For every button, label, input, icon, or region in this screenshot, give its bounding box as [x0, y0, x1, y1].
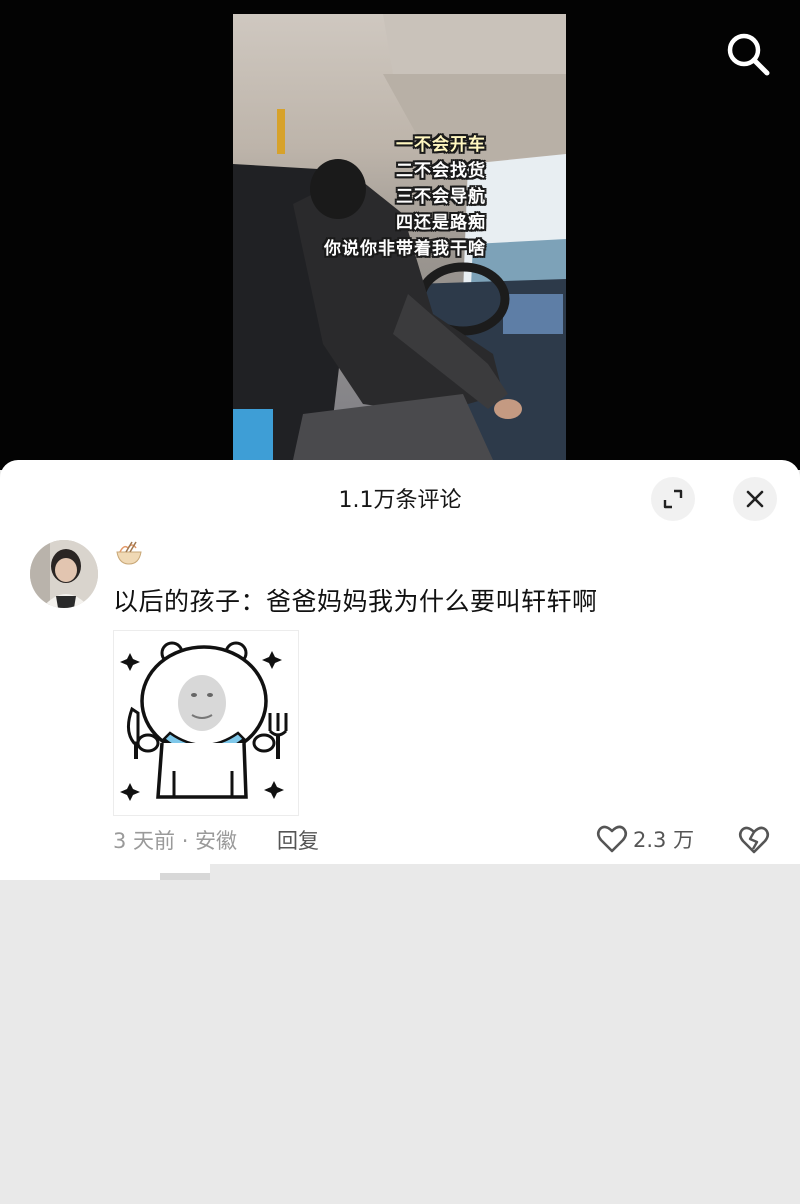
heart-icon [596, 825, 628, 853]
reply-button[interactable]: 回复 [277, 825, 319, 855]
like-count: 2.3 万 [633, 828, 695, 852]
video-frame[interactable]: 一不会开车 二不会找货 三不会导航 四还是路痴 你说你非带着我干啥 [233, 14, 566, 460]
comments-panel: 1.1万条评论 以后的孩子：爸爸妈妈我为什么要叫轩轩啊 3 天前 · 安徽 回复… [0, 460, 800, 880]
video-player[interactable]: 一不会开车 二不会找货 三不会导航 四还是路痴 你说你非带着我干啥 [0, 0, 800, 470]
caption-line: 四还是路痴 [396, 213, 486, 233]
search-icon [727, 33, 770, 76]
noodle-bowl-icon [114, 540, 144, 566]
bear-sticker-image [120, 641, 288, 801]
caption-line: 一不会开车 [396, 135, 486, 155]
comment-meta: 3 天前 · 安徽 [113, 829, 238, 853]
caption-line: 你说你非带着我干啥 [324, 239, 486, 259]
close-button[interactable] [733, 477, 777, 521]
video-caption: 一不会开车 二不会找货 三不会导航 四还是路痴 你说你非带着我干啥 [324, 132, 486, 262]
page-background [0, 880, 800, 1204]
dislike-button[interactable] [737, 822, 771, 856]
caption-line: 三不会导航 [396, 187, 486, 207]
avatar-image [30, 540, 98, 608]
expand-button[interactable] [651, 477, 695, 521]
avatar[interactable] [30, 540, 98, 608]
expand-icon [663, 489, 683, 509]
broken-heart-icon [738, 826, 770, 854]
comment-text: 以后的孩子：爸爸妈妈我为什么要叫轩轩啊 [113, 587, 598, 616]
close-icon [746, 490, 764, 508]
search-button[interactable] [722, 28, 774, 80]
like-button[interactable]: 2.3 万 [596, 822, 694, 856]
caption-line: 二不会找货 [396, 161, 486, 181]
comment-sticker[interactable] [113, 630, 299, 816]
page-background [210, 864, 800, 880]
